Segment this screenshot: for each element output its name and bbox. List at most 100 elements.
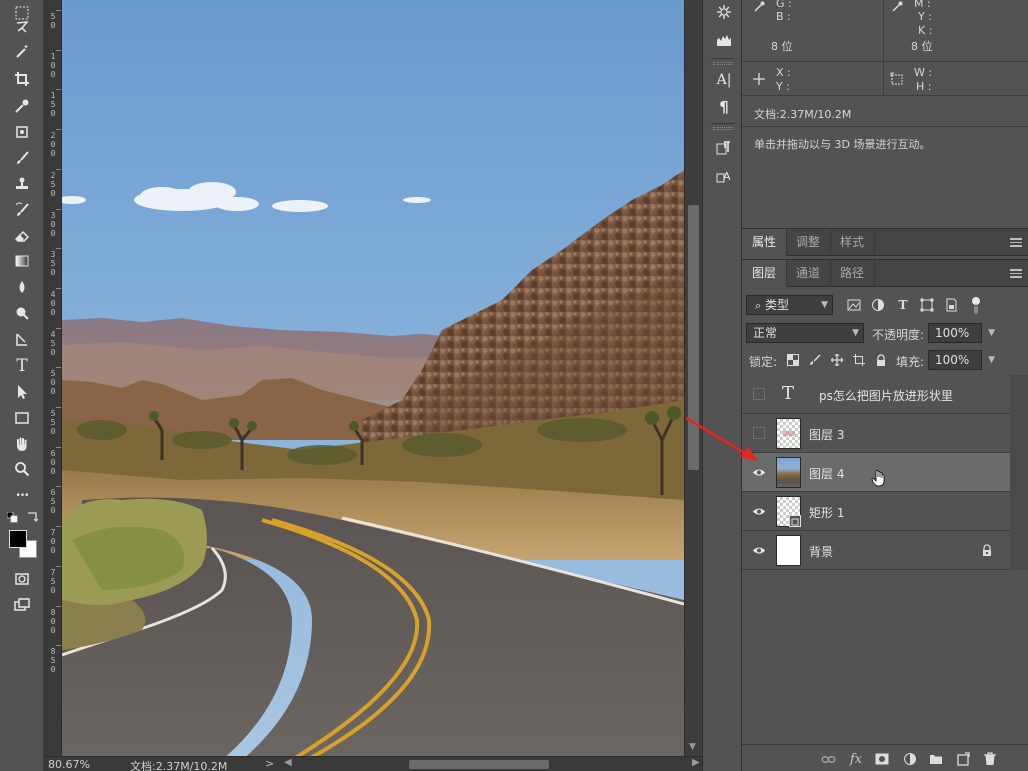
default-colors-icon[interactable] bbox=[6, 511, 19, 524]
info-doc-size: 文档:2.37M/10.2M bbox=[754, 108, 852, 121]
scroll-right-arrow-icon[interactable]: ▶ bbox=[692, 757, 700, 768]
paragraph-panel-icon[interactable]: ¶ bbox=[713, 97, 735, 117]
status-bar: 80.67% 文档:2.37M/10.2M > ◀ ▶ bbox=[44, 756, 702, 771]
magic-wand-tool-icon[interactable] bbox=[8, 41, 36, 63]
eyedropper-tool-icon[interactable] bbox=[8, 95, 36, 117]
layer-fx-icon[interactable]: fx bbox=[848, 751, 864, 767]
blur-tool-icon[interactable] bbox=[8, 276, 36, 298]
lock-all-icon[interactable] bbox=[874, 353, 888, 367]
status-menu-arrow[interactable]: > bbox=[265, 757, 274, 770]
text-layer-icon: T bbox=[782, 383, 795, 404]
ruler-tick bbox=[56, 407, 61, 408]
document-canvas[interactable] bbox=[62, 0, 684, 756]
eye-icon[interactable] bbox=[751, 543, 767, 557]
rectangle-tool-icon[interactable] bbox=[8, 407, 36, 429]
h-label: H : bbox=[916, 80, 932, 93]
dodge-tool-icon[interactable] bbox=[8, 302, 36, 324]
tab-layers[interactable]: 图层 bbox=[742, 260, 788, 287]
tab-channels[interactable]: 通道 bbox=[786, 260, 832, 287]
chevron-down-icon: ▼ bbox=[821, 300, 828, 310]
ruler-label: 650 bbox=[50, 488, 56, 516]
history-brush-tool-icon[interactable] bbox=[8, 199, 36, 221]
layers-scrollbar[interactable] bbox=[1010, 375, 1028, 570]
filter-search-icon: ⌕ bbox=[755, 299, 762, 312]
quick-mask-icon[interactable] bbox=[8, 568, 36, 590]
lock-image-pixels-icon[interactable] bbox=[808, 353, 822, 367]
blend-mode-value: 正常 bbox=[753, 326, 778, 340]
layer-name: 图层 3 bbox=[809, 428, 845, 442]
filter-pixel-icon[interactable] bbox=[846, 297, 862, 313]
tab-paths[interactable]: 路径 bbox=[830, 260, 876, 287]
m-label: M : bbox=[914, 0, 931, 10]
ruler-label: 500 bbox=[50, 369, 56, 397]
ruler-label: 100 bbox=[50, 51, 56, 79]
add-mask-icon[interactable] bbox=[874, 751, 890, 767]
tab-adjustments[interactable]: 调整 bbox=[786, 229, 832, 256]
ruler-label: 250 bbox=[50, 170, 56, 198]
lock-icon bbox=[981, 544, 993, 556]
y-label: Y : bbox=[918, 10, 932, 23]
fill-label: 填充: bbox=[896, 355, 925, 369]
filter-shape-icon[interactable] bbox=[919, 297, 935, 313]
eye-icon[interactable] bbox=[751, 504, 767, 518]
brush-tool-icon[interactable] bbox=[8, 147, 36, 169]
clone-stamp-tool-icon[interactable] bbox=[8, 173, 36, 195]
layer-row-shape[interactable]: 矩形 1 bbox=[742, 492, 1010, 531]
lock-artboard-icon[interactable] bbox=[852, 353, 866, 367]
3d-axis-icon[interactable] bbox=[713, 2, 735, 22]
layer-row-background[interactable]: 背景 bbox=[742, 531, 1010, 570]
swap-colors-icon[interactable] bbox=[26, 511, 39, 523]
character-styles-icon[interactable]: A bbox=[713, 166, 735, 186]
tab-properties[interactable]: 属性 bbox=[742, 229, 788, 256]
hand-tool-icon[interactable] bbox=[8, 433, 36, 455]
filter-type-icon[interactable]: T bbox=[895, 297, 911, 313]
new-group-icon[interactable] bbox=[928, 751, 944, 767]
layer-row-pixel[interactable]: 图层 3 bbox=[742, 414, 1010, 453]
new-adjustment-layer-icon[interactable] bbox=[902, 751, 918, 767]
tab-styles[interactable]: 样式 bbox=[830, 229, 876, 256]
screen-mode-icon[interactable] bbox=[8, 594, 36, 616]
scroll-down-arrow-icon[interactable]: ▼ bbox=[689, 742, 696, 752]
layer-filter-dropdown[interactable]: ⌕ 类型 ▼ bbox=[746, 295, 833, 315]
panel-menu-icon[interactable] bbox=[1010, 238, 1022, 247]
paragraph-styles-icon[interactable] bbox=[713, 138, 735, 158]
lock-position-icon[interactable] bbox=[830, 353, 844, 367]
eraser-tool-icon[interactable] bbox=[8, 225, 36, 247]
eye-icon[interactable] bbox=[751, 465, 767, 479]
layers-panel-menu-icon[interactable] bbox=[1010, 269, 1022, 278]
layer-row-text[interactable]: T ps怎么把图片放进形状里 bbox=[742, 375, 1010, 414]
zoom-level[interactable]: 80.67% bbox=[48, 758, 90, 771]
gradient-tool-icon[interactable] bbox=[8, 250, 36, 272]
link-layers-icon[interactable] bbox=[820, 751, 836, 767]
frame-tool-icon[interactable] bbox=[8, 121, 36, 143]
filter-adjustment-icon[interactable] bbox=[870, 297, 886, 313]
more-tools-icon[interactable]: ••• bbox=[8, 485, 36, 507]
scroll-left-arrow-icon[interactable]: ◀ bbox=[284, 757, 292, 768]
zoom-tool-icon[interactable] bbox=[8, 458, 36, 480]
blend-mode-dropdown[interactable]: 正常 ▼ bbox=[746, 323, 864, 343]
visibility-toggle-off[interactable] bbox=[753, 427, 765, 439]
visibility-toggle-off[interactable] bbox=[753, 388, 765, 400]
opacity-field[interactable]: 100% ▼ bbox=[928, 323, 995, 343]
lasso-tool-icon[interactable] bbox=[8, 16, 36, 38]
type-tool-icon[interactable]: T bbox=[8, 355, 36, 377]
delete-layer-icon[interactable] bbox=[982, 751, 998, 767]
filter-toggle-icon[interactable] bbox=[971, 297, 981, 315]
horizontal-scroll-thumb[interactable] bbox=[409, 760, 549, 769]
lock-transparent-pixels-icon[interactable] bbox=[786, 353, 800, 367]
filter-smart-object-icon[interactable] bbox=[943, 297, 959, 313]
ruler-tick bbox=[56, 605, 61, 607]
pen-tool-icon[interactable] bbox=[8, 329, 36, 351]
vertical-scroll-thumb[interactable] bbox=[688, 205, 699, 470]
crop-tool-icon[interactable] bbox=[8, 68, 36, 90]
fill-field[interactable]: 100% ▼ bbox=[928, 350, 995, 370]
path-selection-tool-icon[interactable] bbox=[8, 381, 36, 403]
histogram-icon[interactable] bbox=[713, 30, 735, 50]
foreground-color-swatch[interactable] bbox=[9, 530, 27, 548]
layer-thumbnail bbox=[776, 418, 801, 449]
character-panel-icon[interactable]: A| bbox=[713, 70, 735, 90]
info-panel: G : B : 8 位 M : Y : K : 8 位 X : Y : W : … bbox=[742, 0, 1028, 228]
bit-depth-right: 8 位 bbox=[911, 40, 933, 53]
new-layer-icon[interactable] bbox=[955, 751, 971, 767]
canvas-vertical-scrollbar[interactable]: ▼ bbox=[684, 0, 702, 756]
